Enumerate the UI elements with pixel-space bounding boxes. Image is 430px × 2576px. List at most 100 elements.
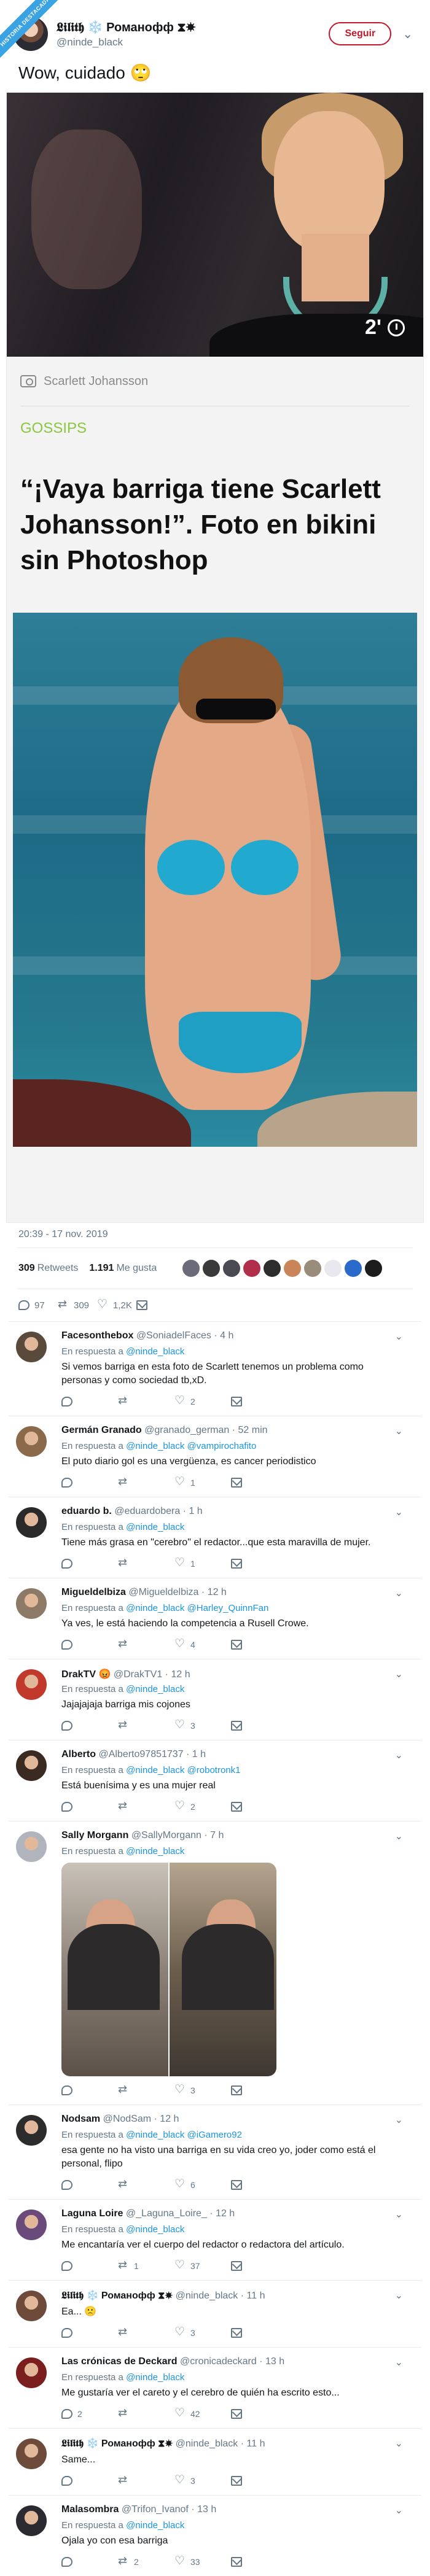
chevron-down-icon[interactable]: ⌄ (395, 2356, 403, 2368)
reply-author-handle[interactable]: @eduardobera (114, 1506, 180, 1516)
author-display-name[interactable]: 𝕷𝖎𝖑𝖎𝖙𝖍 ❄️ Романoфф ⧗☀ (57, 20, 329, 35)
chevron-down-icon[interactable]: ⌄ (395, 2289, 403, 2302)
reply-author-name[interactable]: Malasombra (61, 2504, 119, 2515)
dm-button[interactable] (231, 2476, 287, 2486)
reply-tweet[interactable]: Nodsam @NodSam · 12 h ⌄ En respuesta a @ni… (9, 2105, 421, 2199)
like-button[interactable]: 3 (174, 2082, 231, 2097)
reply-author-name[interactable]: Laguna Loire (61, 2208, 123, 2219)
reply-to-handle[interactable]: @ninde_black (126, 2224, 184, 2235)
reply-tweet[interactable]: Migueldelbiza @Migueldelbiza · 12 h ⌄ En r… (9, 1578, 421, 1659)
like-button[interactable]: 33 (174, 2554, 231, 2568)
liker-avatar[interactable] (243, 1260, 261, 1277)
reply-avatar[interactable] (16, 1426, 47, 1457)
liker-avatar[interactable] (203, 1260, 221, 1277)
reply-author-handle[interactable]: @Trifon_Ivanof (122, 2504, 189, 2515)
reply-author-handle[interactable]: @cronicadeckard (180, 2356, 257, 2367)
reply-avatar[interactable] (16, 2209, 47, 2240)
dm-button[interactable] (231, 1802, 287, 1812)
reply-to-handle[interactable]: @ninde_black (126, 1684, 184, 1694)
reply-author-name[interactable]: DrakTV 😡 (61, 1669, 111, 1680)
reply-time[interactable]: · 12 h (201, 1587, 227, 1597)
reply-author-handle[interactable]: @Migueldelbiza (128, 1587, 198, 1597)
chevron-down-icon[interactable]: ⌄ (395, 1425, 403, 1437)
reply-time[interactable]: · 13 h (259, 2356, 284, 2367)
reply-button[interactable] (61, 2476, 118, 2486)
reply-tweet[interactable]: Sally Morgann @SallyMorgann · 7 h ⌄ En res… (9, 1821, 421, 2105)
chevron-down-icon[interactable]: ⌄ (395, 2437, 403, 2450)
reply-author-handle[interactable]: @SoniadelFaces (136, 1330, 211, 1341)
chevron-down-icon[interactable]: ⌄ (395, 1668, 403, 1680)
reply-time[interactable]: · 7 h (204, 1830, 224, 1841)
reply-tweet[interactable]: Las crónicas de Deckard @cronicadeckard … (9, 2347, 421, 2428)
reply-author-name[interactable]: Nodsam (61, 2114, 100, 2124)
dm-button[interactable] (231, 1478, 287, 1488)
liker-avatar[interactable] (365, 1260, 383, 1277)
reply-avatar[interactable] (16, 1831, 47, 1862)
reply-button[interactable] (61, 1478, 118, 1488)
retweet-button[interactable]: 2 (118, 2555, 174, 2567)
reply-author-name[interactable]: Germán Granado (61, 1425, 142, 1435)
liker-avatar[interactable] (223, 1260, 241, 1277)
dm-button[interactable] (136, 1300, 176, 1310)
reply-button[interactable] (61, 2557, 118, 2567)
reply-author-handle[interactable]: @SallyMorgann (131, 1830, 201, 1841)
liker-avatar[interactable] (284, 1260, 302, 1277)
chevron-down-icon[interactable]: ⌄ (395, 2208, 403, 2221)
reply-tweet[interactable]: Facesonthebox @SoniadelFaces · 4 h ⌄ En re… (9, 1321, 421, 1416)
reply-tweet[interactable]: 𝕷𝖎𝖑𝖎𝖙𝖍 ❄️ Романoфф ⧗☀ @ninde_black · 11 … (9, 2428, 421, 2495)
like-button[interactable]: 4 (174, 1637, 231, 1651)
reply-avatar[interactable] (16, 2505, 47, 2536)
liker-avatar[interactable] (324, 1260, 342, 1277)
likers-avatars[interactable] (182, 1260, 385, 1277)
reply-time[interactable]: · 12 h (209, 2208, 235, 2219)
reply-button[interactable] (61, 2180, 118, 2190)
retweet-button[interactable] (118, 1394, 174, 1407)
reply-avatar[interactable] (16, 1332, 47, 1362)
dm-button[interactable] (231, 2180, 287, 2190)
like-button[interactable]: 1,2K (97, 1297, 136, 1311)
retweet-button[interactable] (118, 2083, 174, 2096)
dm-button[interactable] (231, 1640, 287, 1650)
like-button[interactable]: 3 (174, 2473, 231, 2487)
reply-button[interactable]: 97 (18, 1300, 58, 1311)
reply-button[interactable] (61, 2085, 118, 2095)
reply-to-handle[interactable]: @ninde_black (126, 2372, 184, 2383)
liker-avatar[interactable] (345, 1260, 362, 1277)
reply-time[interactable]: · 13 h (191, 2504, 216, 2515)
dm-button[interactable] (231, 2557, 287, 2567)
reply-author-handle[interactable]: @Alberto97851737 (98, 1749, 183, 1759)
like-button[interactable]: 2 (174, 1799, 231, 1813)
reply-tweet[interactable]: Germán Granado @granado_german · 52 min ⌄… (9, 1416, 421, 1497)
like-button[interactable]: 1 (174, 1556, 231, 1570)
reply-author-name[interactable]: Las crónicas de Deckard (61, 2356, 178, 2367)
chevron-down-icon[interactable]: ⌄ (395, 1749, 403, 1761)
reply-image[interactable] (61, 1863, 276, 2076)
chevron-down-icon[interactable]: ⌄ (395, 2114, 403, 2126)
reply-author-name[interactable]: 𝕷𝖎𝖑𝖎𝖙𝖍 ❄️ Романoфф ⧗☀ (61, 2438, 173, 2449)
reply-author-name[interactable]: Sally Morgann (61, 1830, 128, 1841)
reply-author-name[interactable]: Facesonthebox (61, 1330, 133, 1341)
reply-time[interactable]: · 12 h (154, 2114, 179, 2124)
reply-button[interactable] (61, 1802, 118, 1812)
reply-button[interactable]: 2 (61, 2409, 118, 2419)
reply-avatar[interactable] (16, 2357, 47, 2388)
reply-button[interactable] (61, 1559, 118, 1569)
like-button[interactable]: 42 (174, 2406, 231, 2420)
like-button[interactable]: 1 (174, 1475, 231, 1489)
like-button[interactable]: 6 (174, 2177, 231, 2191)
like-button[interactable]: 3 (174, 2325, 231, 2339)
retweets-stat[interactable]: 309 Retweets (18, 1263, 78, 1274)
reply-time[interactable]: · 1 h (186, 1749, 206, 1759)
reply-author-name[interactable]: 𝕷𝖎𝖑𝖎𝖙𝖍 ❄️ Романoфф ⧗☀ (61, 2291, 173, 2301)
like-button[interactable]: 37 (174, 2258, 231, 2272)
retweet-button[interactable] (118, 2473, 174, 2486)
liker-avatar[interactable] (264, 1260, 281, 1277)
reply-tweet[interactable]: Laguna Loire @_Laguna_Loire_ · 12 h ⌄ En r… (9, 2199, 421, 2280)
reply-author-handle[interactable]: @granado_german (144, 1425, 229, 1435)
article-category[interactable]: GOSSIPS (20, 420, 410, 444)
reply-time[interactable]: · 12 h (165, 1669, 190, 1680)
like-button[interactable]: 3 (174, 1718, 231, 1732)
dm-button[interactable] (231, 1559, 287, 1569)
dm-button[interactable] (231, 2261, 287, 2271)
reply-tweet[interactable]: Malasombra @Trifon_Ivanof · 13 h ⌄ En resp… (9, 2495, 421, 2576)
